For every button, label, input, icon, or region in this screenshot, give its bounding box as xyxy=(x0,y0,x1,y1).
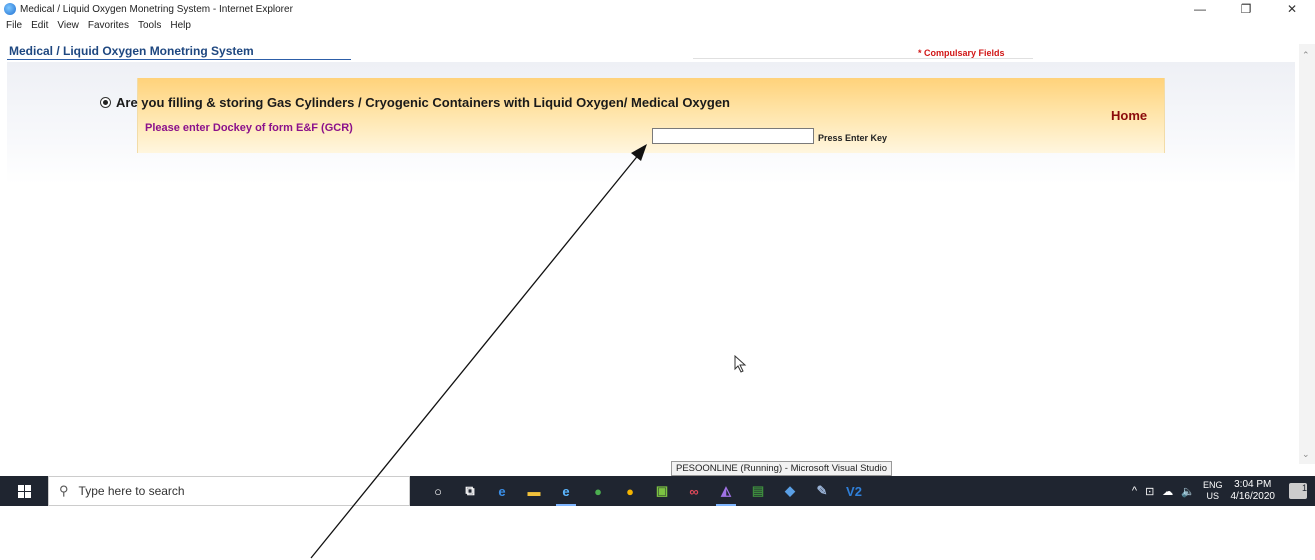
annotation-arrow xyxy=(310,144,647,559)
browser-window: Medical / Liquid Oxygen Monetring System… xyxy=(0,0,1315,560)
arrow-head-icon xyxy=(631,144,647,161)
